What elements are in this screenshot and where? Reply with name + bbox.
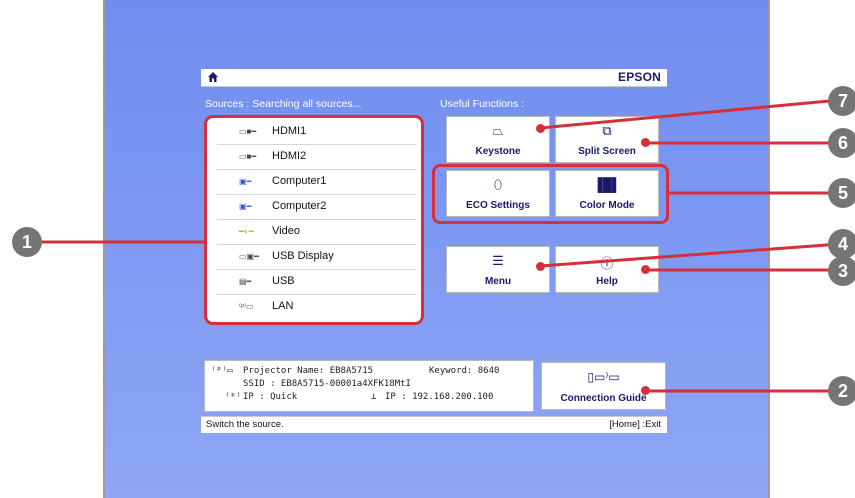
callout-6: 6 (828, 128, 855, 158)
callout-1: 1 (12, 227, 42, 257)
callout-dot-7 (536, 124, 545, 133)
callout-5: 5 (828, 178, 855, 208)
callout-2: 2 (828, 376, 855, 406)
callout-dot-3 (641, 265, 650, 274)
callout-dot-4 (536, 262, 545, 271)
callout-dot-6 (641, 138, 650, 147)
callout-lines (30, 98, 841, 393)
callout-3: 3 (828, 256, 855, 286)
callout-7: 7 (828, 86, 855, 116)
callout-dot-2 (641, 386, 650, 395)
callout-4: 4 (828, 229, 855, 259)
